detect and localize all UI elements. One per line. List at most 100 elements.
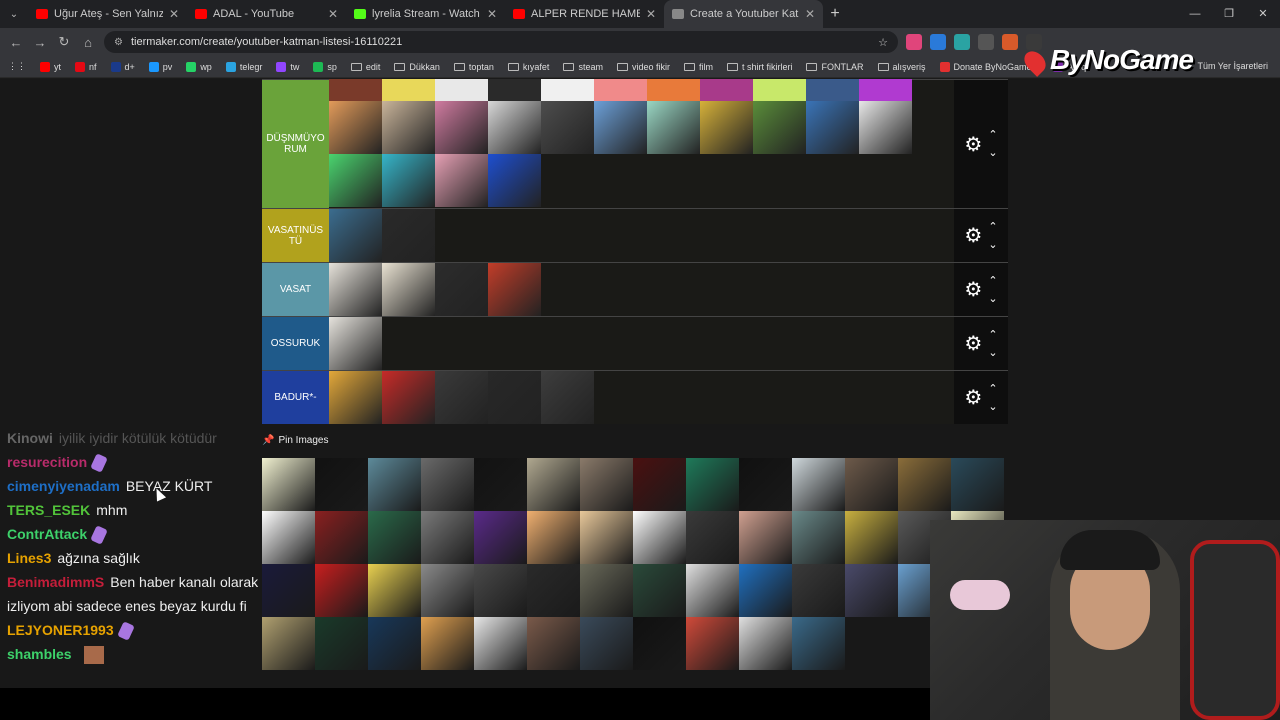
browser-tab[interactable]: lyrelia Stream - Watch Live on K ✕ (346, 0, 505, 28)
address-bar[interactable]: ⚙ tiermaker.com/create/youtuber-katman-l… (104, 31, 898, 53)
pool-image[interactable] (262, 617, 315, 670)
pool-image[interactable] (633, 458, 686, 511)
pool-image[interactable] (580, 511, 633, 564)
tier-thumbnail[interactable] (488, 101, 541, 154)
pool-image[interactable] (368, 564, 421, 617)
extension-icon[interactable] (1002, 34, 1018, 50)
pool-image[interactable] (845, 564, 898, 617)
tier-thumbnail[interactable] (382, 371, 435, 424)
tier-thumbnail[interactable] (488, 263, 541, 316)
close-tab-icon[interactable]: ✕ (328, 7, 338, 21)
tier-thumbnail[interactable] (647, 79, 700, 101)
tier-thumbnail[interactable] (859, 101, 912, 154)
tier-thumbnail[interactable] (435, 101, 488, 154)
tier-thumbnail[interactable] (700, 79, 753, 101)
pool-image[interactable] (315, 511, 368, 564)
move-tier-up-icon[interactable]: ⌃ (988, 272, 997, 290)
move-tier-down-icon[interactable]: ⌄ (988, 290, 997, 308)
extension-icon[interactable] (978, 34, 994, 50)
tier-thumbnail[interactable] (594, 79, 647, 101)
bookmark-item[interactable]: nf (75, 61, 97, 72)
tier-thumbnail[interactable] (806, 101, 859, 154)
reload-button[interactable]: ↻ (52, 34, 76, 50)
tier-thumbnail[interactable] (382, 154, 435, 207)
close-tab-icon[interactable]: ✕ (805, 7, 815, 21)
tier-thumbnail[interactable] (435, 371, 488, 424)
tier-thumbnail[interactable] (488, 371, 541, 424)
tier-thumbnail[interactable] (541, 101, 594, 154)
site-info-icon[interactable]: ⚙ (114, 37, 123, 48)
minimize-button[interactable]: — (1178, 0, 1212, 28)
pool-image[interactable] (845, 458, 898, 511)
bookmark-item[interactable]: tw (276, 61, 299, 72)
pool-image[interactable] (580, 564, 633, 617)
pool-image[interactable] (421, 564, 474, 617)
bookmark-item[interactable]: t shirt fikirleri (726, 62, 792, 72)
tab-search-button[interactable]: ⌄ (0, 0, 28, 28)
apps-icon[interactable]: ⋮⋮ (8, 61, 26, 72)
pool-image[interactable] (315, 458, 368, 511)
tier-thumbnail[interactable] (329, 209, 382, 262)
move-tier-up-icon[interactable]: ⌃ (988, 326, 997, 344)
move-tier-down-icon[interactable]: ⌄ (988, 398, 997, 416)
bookmark-item[interactable]: alışveriş (877, 62, 926, 72)
tier-thumbnail[interactable] (382, 79, 435, 101)
pool-image[interactable] (315, 564, 368, 617)
bookmark-item[interactable]: telegr (225, 61, 262, 72)
pool-image[interactable] (792, 458, 845, 511)
pool-image[interactable] (686, 458, 739, 511)
tier-label[interactable]: OSSURUK (262, 317, 329, 370)
restore-button[interactable]: ❐ (1212, 0, 1246, 28)
back-button[interactable]: ← (4, 35, 28, 50)
new-tab-button[interactable]: + (823, 5, 847, 23)
tier-thumbnail[interactable] (329, 154, 382, 207)
pool-image[interactable] (527, 458, 580, 511)
bookmark-item[interactable]: yt (40, 61, 61, 72)
extension-icon[interactable] (930, 34, 946, 50)
pool-image[interactable] (792, 617, 845, 670)
pool-image[interactable] (633, 564, 686, 617)
bookmark-item[interactable]: kıyafet (507, 62, 549, 72)
home-button[interactable]: ⌂ (76, 35, 100, 50)
tier-settings-gear-icon[interactable]: ⚙ (964, 385, 982, 410)
pool-image[interactable] (845, 511, 898, 564)
move-tier-down-icon[interactable]: ⌄ (988, 144, 997, 162)
browser-tab[interactable]: ALPER RENDE HAMBURGER OL ✕ (505, 0, 664, 28)
tier-thumbnail[interactable] (859, 79, 912, 101)
bookmark-item[interactable]: edit (350, 62, 380, 72)
move-tier-up-icon[interactable]: ⌃ (988, 380, 997, 398)
bookmark-item[interactable]: d+ (110, 61, 135, 72)
pool-image[interactable] (421, 458, 474, 511)
browser-tab[interactable]: ADAL - YouTube ✕ (187, 0, 346, 28)
pool-image[interactable] (739, 511, 792, 564)
tier-thumbnail[interactable] (329, 371, 382, 424)
tier-thumbnail[interactable] (435, 154, 488, 207)
pool-image[interactable] (262, 458, 315, 511)
pool-image[interactable] (527, 617, 580, 670)
pool-image[interactable] (474, 617, 527, 670)
close-tab-icon[interactable]: ✕ (169, 7, 179, 21)
bookmark-item[interactable]: FONTLAR (806, 62, 864, 72)
pool-image[interactable] (739, 617, 792, 670)
bookmark-item[interactable]: film (683, 62, 713, 72)
bookmark-item[interactable]: toptan (453, 62, 494, 72)
pool-image[interactable] (368, 458, 421, 511)
tier-thumbnail[interactable] (488, 154, 541, 207)
tier-label[interactable]: DÜŞNMÜYO RUM (262, 80, 329, 208)
pool-image[interactable] (951, 458, 1004, 511)
tier-settings-gear-icon[interactable]: ⚙ (964, 331, 982, 356)
pin-images-toggle[interactable]: 📌 Pin Images (262, 435, 328, 446)
pool-image[interactable] (792, 564, 845, 617)
move-tier-up-icon[interactable]: ⌃ (988, 126, 997, 144)
bookmark-item[interactable]: pv (148, 61, 172, 72)
tier-thumbnail[interactable] (382, 263, 435, 316)
tier-thumbnail[interactable] (488, 79, 541, 101)
pool-image[interactable] (686, 511, 739, 564)
bookmark-star-icon[interactable]: ☆ (878, 36, 888, 49)
pool-image[interactable] (315, 617, 368, 670)
pool-image[interactable] (527, 564, 580, 617)
browser-tab[interactable]: Create a Youtuber Katman Liste ✕ (664, 0, 823, 28)
move-tier-down-icon[interactable]: ⌄ (988, 344, 997, 362)
tier-thumbnail[interactable] (806, 79, 859, 101)
close-tab-icon[interactable]: ✕ (487, 7, 497, 21)
